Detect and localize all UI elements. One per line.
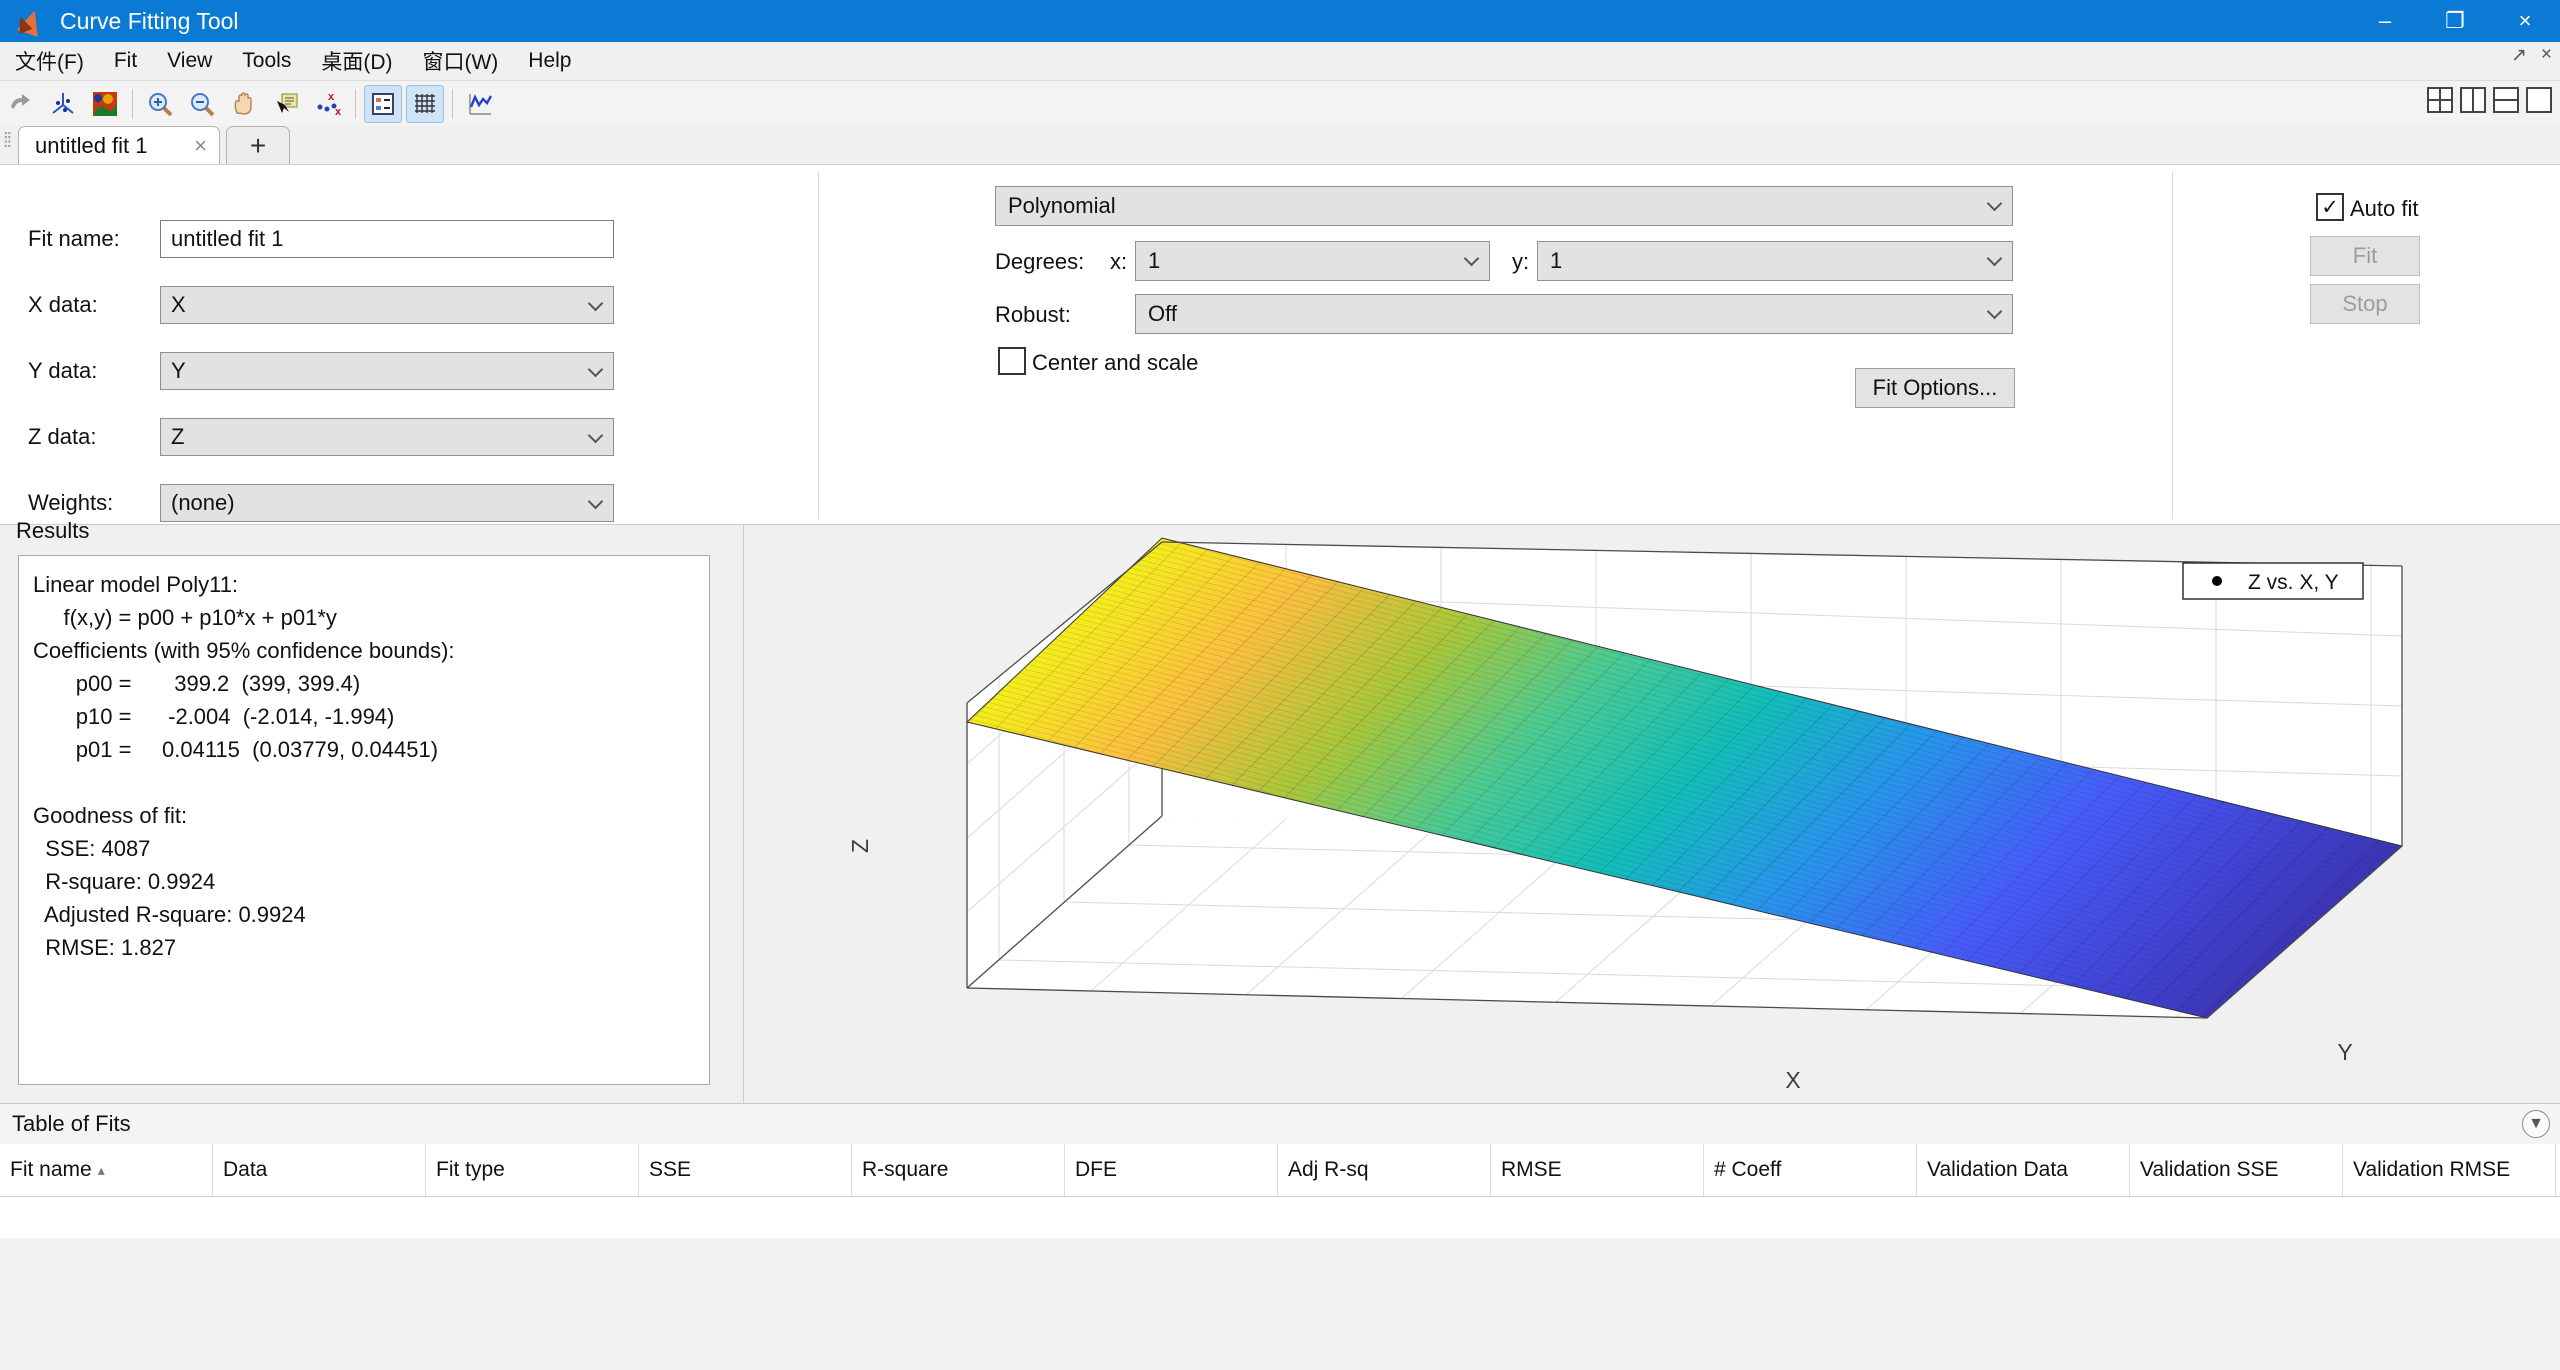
column-header[interactable]: Validation Data bbox=[1917, 1144, 2130, 1196]
column-header[interactable]: SSE bbox=[639, 1144, 852, 1196]
layout-two-vertical-icon[interactable] bbox=[2458, 85, 2488, 115]
grid-toggle-icon[interactable] bbox=[406, 85, 444, 123]
surface-contour-icon[interactable] bbox=[86, 85, 124, 123]
table-of-fits-title: Table of Fits bbox=[12, 1111, 131, 1137]
minimize-button[interactable]: – bbox=[2350, 0, 2420, 42]
exclude-outliers-icon[interactable]: xx bbox=[309, 85, 347, 123]
column-header[interactable]: Validation SSE bbox=[2130, 1144, 2343, 1196]
menu-bar: 文件(F)FitViewTools桌面(D)窗口(W)Help bbox=[0, 42, 2560, 80]
column-header[interactable]: R-square bbox=[852, 1144, 1065, 1196]
menu-item-2[interactable]: View bbox=[152, 49, 227, 73]
robust-label: Robust: bbox=[995, 302, 1071, 328]
add-tab-button[interactable]: + bbox=[226, 126, 290, 165]
zoom-in-icon[interactable] bbox=[141, 85, 179, 123]
tab-row bbox=[0, 126, 2560, 165]
table-row[interactable] bbox=[0, 1197, 2560, 1239]
datatip-icon[interactable] bbox=[267, 85, 305, 123]
field-label: Y data: bbox=[28, 358, 160, 384]
collapse-table-icon[interactable]: ▼ bbox=[2522, 1110, 2550, 1138]
column-header[interactable]: Adj R-sq bbox=[1278, 1144, 1491, 1196]
fit-button[interactable]: Fit bbox=[2310, 236, 2420, 276]
x-axis-label: X bbox=[1785, 1067, 1800, 1093]
residuals-icon[interactable] bbox=[461, 85, 499, 123]
weights-select[interactable]: (none) bbox=[160, 484, 614, 522]
menu-item-1[interactable]: Fit bbox=[99, 49, 152, 73]
zoom-out-icon[interactable] bbox=[183, 85, 221, 123]
fit-type-select[interactable]: Polynomial bbox=[995, 186, 2013, 226]
matlab-logo-icon bbox=[16, 6, 46, 36]
results-panel-title: Results bbox=[16, 518, 89, 544]
toolbar: xx bbox=[0, 80, 2560, 127]
menu-item-4[interactable]: 桌面(D) bbox=[306, 46, 407, 76]
y-data-select[interactable]: Y bbox=[160, 352, 614, 390]
legend-marker bbox=[2212, 576, 2222, 586]
column-header[interactable]: Fit name▴ bbox=[0, 1144, 213, 1196]
column-header[interactable]: # Coeff bbox=[1704, 1144, 1917, 1196]
window-title: Curve Fitting Tool bbox=[60, 8, 239, 35]
plot-legend[interactable]: Z vs. X, Y bbox=[2183, 563, 2363, 599]
y-axis-label: Y bbox=[2337, 1039, 2352, 1065]
center-and-scale-label: Center and scale bbox=[1032, 350, 1198, 376]
fit-options-button[interactable]: Fit Options... bbox=[1855, 368, 2015, 408]
legend-toggle-icon[interactable] bbox=[364, 85, 402, 123]
degree-x-label: x: bbox=[1110, 249, 1127, 275]
results-text[interactable]: Linear model Poly11: f(x,y) = p00 + p10*… bbox=[18, 555, 710, 1085]
column-header[interactable]: RMSE bbox=[1491, 1144, 1704, 1196]
plot-canvas[interactable]: X Y Z Z vs. X, Y bbox=[745, 497, 2558, 1103]
tab-drag-handle[interactable]: ⁞⁞ bbox=[3, 130, 10, 153]
field-label: Weights: bbox=[28, 490, 160, 516]
tab-untitled-fit-1[interactable]: untitled fit 1 × bbox=[18, 126, 220, 165]
layout-two-horizontal-icon[interactable] bbox=[2491, 85, 2521, 115]
table-empty-area bbox=[0, 1238, 2560, 1370]
menu-item-3[interactable]: Tools bbox=[227, 49, 306, 73]
degree-x-select[interactable]: 1 bbox=[1135, 241, 1490, 281]
z-axis-label: Z bbox=[847, 839, 873, 853]
center-and-scale-checkbox[interactable] bbox=[998, 347, 1026, 375]
column-header[interactable]: DFE bbox=[1065, 1144, 1278, 1196]
layout-single-icon[interactable] bbox=[2524, 85, 2554, 115]
x-data-select[interactable]: X bbox=[160, 286, 614, 324]
z-data-select[interactable]: Z bbox=[160, 418, 614, 456]
field-label: X data: bbox=[28, 292, 160, 318]
pane-layout-buttons bbox=[2425, 85, 2554, 115]
rotate-3d-icon[interactable] bbox=[2, 85, 40, 123]
column-header[interactable]: Data bbox=[213, 1144, 426, 1196]
degree-y-select[interactable]: 1 bbox=[1537, 241, 2013, 281]
undock-icon[interactable]: ↗ bbox=[2511, 44, 2527, 67]
title-bar: Curve Fitting Tool – ❐ × bbox=[0, 0, 2560, 42]
auto-fit-checkbox[interactable]: ✓ bbox=[2316, 193, 2344, 221]
tab-close-icon[interactable]: × bbox=[194, 133, 207, 159]
degrees-label: Degrees: bbox=[995, 249, 1084, 275]
menu-item-5[interactable]: 窗口(W) bbox=[407, 46, 513, 76]
scatter-3d-icon[interactable] bbox=[44, 85, 82, 123]
close-button[interactable]: × bbox=[2490, 0, 2560, 42]
column-header[interactable]: Fit type bbox=[426, 1144, 639, 1196]
maximize-button[interactable]: ❐ bbox=[2420, 0, 2490, 42]
curve-fitting-tool-window: Curve Fitting Tool – ❐ × 文件(F)FitViewToo… bbox=[0, 0, 2560, 1370]
table-of-fits-header: Table of Fits bbox=[0, 1103, 2560, 1145]
fit-settings-panel: Fit name:untitled fit 1X data:XY data:YZ… bbox=[0, 164, 2560, 525]
tab-label: untitled fit 1 bbox=[35, 133, 148, 159]
field-label: Fit name: bbox=[28, 226, 160, 252]
robust-select[interactable]: Off bbox=[1135, 294, 2013, 334]
layout-quad-icon[interactable] bbox=[2425, 85, 2455, 115]
stop-button[interactable]: Stop bbox=[2310, 284, 2420, 324]
svg-text:x: x bbox=[328, 91, 335, 103]
fit-name-input[interactable]: untitled fit 1 bbox=[160, 220, 614, 258]
pan-icon[interactable] bbox=[225, 85, 263, 123]
column-header[interactable]: Validation RMSE bbox=[2343, 1144, 2556, 1196]
menu-item-6[interactable]: Help bbox=[513, 49, 586, 73]
table-header-row: Fit name▴DataFit typeSSER-squareDFEAdj R… bbox=[0, 1144, 2560, 1197]
degree-y-label: y: bbox=[1512, 249, 1529, 275]
close-panel-icon[interactable]: × bbox=[2541, 44, 2552, 67]
field-label: Z data: bbox=[28, 424, 160, 450]
menu-item-0[interactable]: 文件(F) bbox=[0, 46, 99, 76]
svg-text:x: x bbox=[335, 106, 341, 117]
auto-fit-label: Auto fit bbox=[2350, 196, 2418, 222]
legend-label: Z vs. X, Y bbox=[2248, 571, 2339, 594]
